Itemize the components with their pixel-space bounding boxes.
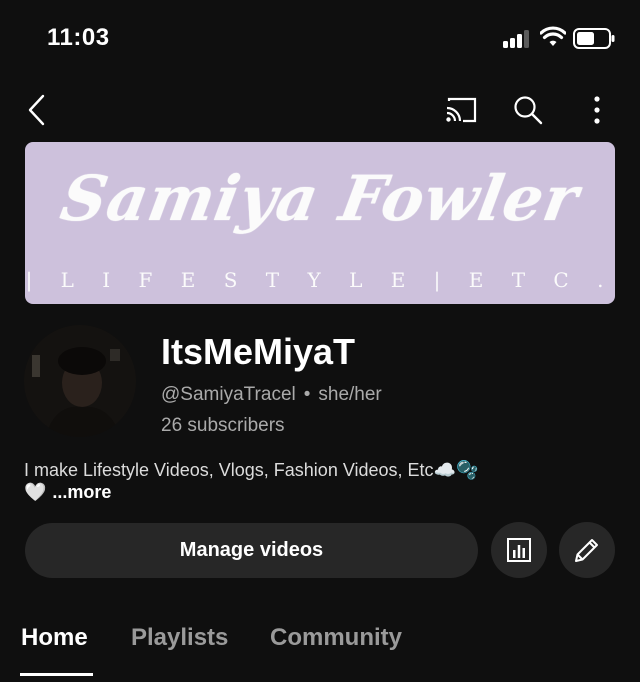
search-button[interactable]	[508, 90, 548, 130]
channel-tabs: Home Playlists Community	[0, 612, 640, 682]
description-text: I make Lifestyle Videos, Vlogs, Fashion …	[24, 460, 479, 480]
banner-title: Samiya Fowler	[55, 162, 585, 235]
cast-button[interactable]	[441, 90, 481, 130]
cast-icon	[446, 97, 477, 123]
channel-avatar[interactable]	[24, 325, 136, 437]
edit-channel-button[interactable]	[559, 522, 615, 578]
battery-icon	[573, 28, 615, 49]
status-time: 11:03	[47, 24, 110, 51]
manage-videos-button[interactable]: Manage videos	[25, 523, 478, 578]
tab-community[interactable]: Community	[270, 624, 402, 652]
tab-home[interactable]: Home	[21, 624, 88, 652]
white-heart-emoji: 🤍	[24, 482, 47, 502]
search-icon	[514, 96, 543, 125]
banner-subtitle: | L I F E S T Y L E | E T C .	[25, 268, 615, 292]
channel-name: ItsMeMiyaT	[161, 331, 356, 372]
channel-handle-row: @SamiyaTracel • she/her	[161, 384, 382, 406]
channel-pronouns: she/her	[318, 384, 382, 405]
status-bar: 11:03	[0, 0, 640, 76]
channel-handle: @SamiyaTracel	[161, 384, 296, 405]
cellular-signal-icon	[503, 30, 533, 48]
tab-playlists[interactable]: Playlists	[131, 624, 228, 652]
more-vertical-icon	[594, 96, 600, 124]
channel-banner[interactable]: Samiya Fowler | L I F E S T Y L E | E T …	[25, 142, 615, 304]
analytics-button[interactable]	[491, 522, 547, 578]
profile-photo	[24, 325, 136, 437]
separator-dot: •	[303, 384, 311, 405]
back-arrow-icon	[28, 94, 45, 126]
channel-description[interactable]: I make Lifestyle Videos, Vlogs, Fashion …	[24, 459, 614, 503]
analytics-icon	[507, 538, 531, 562]
more-options-button[interactable]	[577, 90, 617, 130]
subscriber-count: 26 subscribers	[161, 415, 285, 436]
wifi-icon	[540, 26, 566, 46]
top-navigation	[0, 80, 640, 136]
more-link[interactable]: ...more	[52, 482, 111, 502]
back-button[interactable]	[17, 90, 57, 130]
active-tab-indicator	[20, 673, 93, 676]
edit-pencil-icon	[575, 539, 598, 562]
